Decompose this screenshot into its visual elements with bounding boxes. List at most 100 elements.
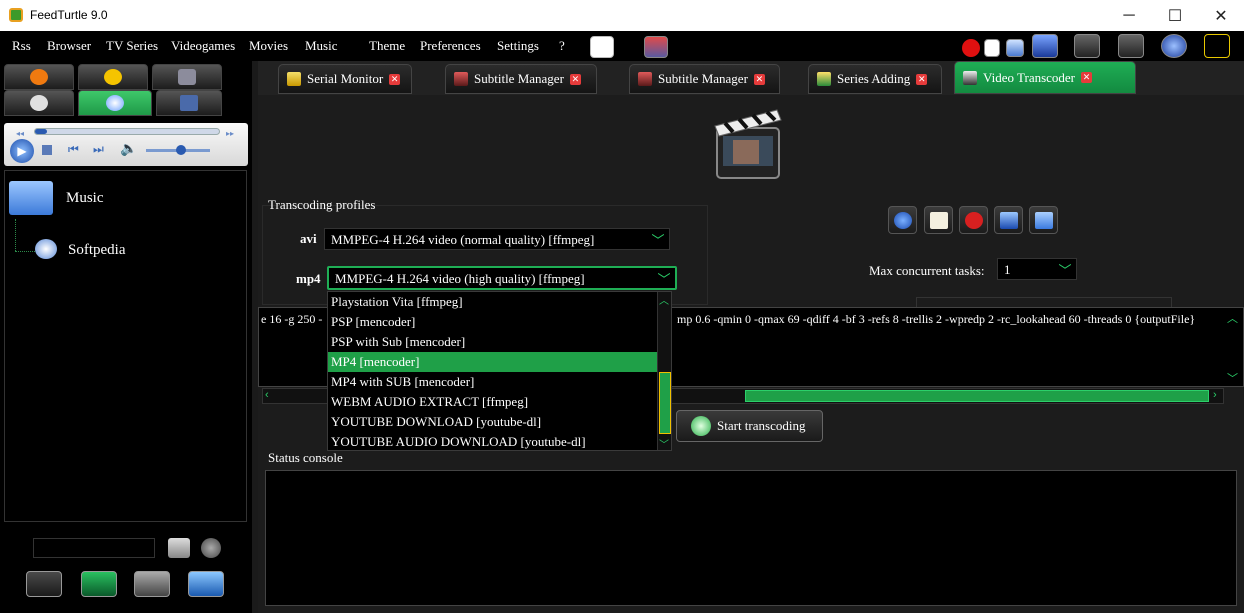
monitor-icon xyxy=(1000,212,1018,229)
command-text-left: e 16 -g 250 - xyxy=(261,312,323,326)
tab-rss[interactable] xyxy=(4,64,74,90)
tree-root-music[interactable]: Music xyxy=(66,190,104,207)
previous-icon[interactable]: ⏮ xyxy=(68,142,79,157)
magnet-icon[interactable] xyxy=(644,36,668,58)
scroll-up-icon[interactable]: ︿ xyxy=(1227,310,1241,325)
envelope-icon[interactable] xyxy=(1006,39,1024,57)
folder-icon xyxy=(1035,212,1053,229)
avi-profile-select[interactable]: MMPEG-4 H.264 video (normal quality) [ff… xyxy=(324,228,670,250)
tab-video-transcoder[interactable]: Video Transcoder ✕ xyxy=(954,61,1136,94)
film-reel-icon xyxy=(30,95,48,111)
window-title: FeedTurtle 9.0 xyxy=(30,8,108,22)
speaker-icon[interactable] xyxy=(1074,34,1100,58)
search-input[interactable] xyxy=(33,538,155,558)
chevron-down-icon[interactable]: ﹀ xyxy=(1054,259,1076,279)
play-button[interactable]: ▶ xyxy=(10,139,34,163)
tab-music[interactable] xyxy=(78,90,152,116)
scroll-down-icon[interactable]: ﹀ xyxy=(1227,370,1241,385)
red-dot-icon[interactable] xyxy=(962,39,980,57)
clear-icon[interactable] xyxy=(201,538,221,558)
volume-thumb[interactable] xyxy=(176,145,187,155)
search-icon[interactable] xyxy=(168,538,190,558)
dropdown-option[interactable]: PSP [mencoder] xyxy=(328,312,657,332)
settings-gear-icon[interactable] xyxy=(134,571,170,597)
close-tab-icon[interactable]: ✕ xyxy=(1081,72,1093,83)
chevron-down-icon[interactable]: ﹀ xyxy=(653,268,675,288)
add-media-icon[interactable] xyxy=(26,571,62,597)
stop-button[interactable] xyxy=(959,206,988,234)
menu-settings[interactable]: Settings xyxy=(497,38,539,54)
max-tasks-select[interactable]: 1 ﹀ xyxy=(997,258,1077,280)
expand-icon[interactable] xyxy=(1204,34,1230,58)
start-transcoding-button[interactable]: Start transcoding xyxy=(676,410,823,442)
monitor-button[interactable] xyxy=(994,206,1023,234)
film-icon[interactable] xyxy=(1118,34,1144,58)
music-disc-icon xyxy=(106,95,124,111)
dropdown-option[interactable]: YOUTUBE AUDIO DOWNLOAD [youtube-dl] xyxy=(328,432,657,452)
volume-slider[interactable] xyxy=(146,145,210,155)
next-icon[interactable]: ⏭ xyxy=(93,142,104,157)
chevron-down-icon[interactable]: ﹀ xyxy=(647,229,669,249)
tab-subtitle-manager[interactable]: Subtitle Manager ✕ xyxy=(445,64,597,94)
title-bar: FeedTurtle 9.0 ─ ☐ ✕ xyxy=(0,0,1244,31)
tab-favorites[interactable] xyxy=(78,64,148,90)
menu-preferences[interactable]: Preferences xyxy=(420,38,481,54)
globe-icon[interactable] xyxy=(1161,34,1187,58)
max-tasks-label: Max concurrent tasks: xyxy=(869,263,985,278)
maximize-button[interactable]: ☐ xyxy=(1152,0,1198,31)
scroll-down-icon[interactable]: ﹀ xyxy=(659,436,669,451)
tree-child-softpedia[interactable]: Softpedia xyxy=(68,242,126,259)
dropdown-option[interactable]: MP4 with SUB [mencoder] xyxy=(328,372,657,392)
dollar-shield-icon[interactable] xyxy=(590,36,614,58)
close-tab-icon[interactable]: ✕ xyxy=(916,73,928,85)
close-tab-icon[interactable]: ✕ xyxy=(569,73,581,85)
page-icon[interactable] xyxy=(984,39,1000,57)
dropdown-option[interactable]: PSP with Sub [mencoder] xyxy=(328,332,657,352)
dropdown-option[interactable]: YOUTUBE DOWNLOAD [youtube-dl] xyxy=(328,412,657,432)
dropdown-option[interactable]: Playstation Vita [ffmpeg] xyxy=(328,292,657,312)
close-tab-icon[interactable]: ✕ xyxy=(389,73,401,85)
tab-subtitle-manager-2[interactable]: Subtitle Manager ✕ xyxy=(629,64,780,94)
volume-icon[interactable]: 🔈 xyxy=(120,141,137,157)
menu-rss[interactable]: Rss xyxy=(12,38,31,54)
menu-movies[interactable]: Movies xyxy=(249,38,288,54)
profile-dropdown-list[interactable]: Playstation Vita [ffmpeg] PSP [mencoder] P… xyxy=(327,291,672,451)
seek-thumb[interactable] xyxy=(35,129,47,134)
close-tab-icon[interactable]: ✕ xyxy=(753,73,765,85)
dropdown-option[interactable]: WEBM AUDIO EXTRACT [ffmpeg] xyxy=(328,392,657,412)
dropdown-scroll-thumb[interactable] xyxy=(659,372,671,434)
music-note-icon[interactable] xyxy=(188,571,224,597)
dropdown-scrollbar[interactable]: ︿ ﹀ xyxy=(657,292,671,451)
tab-serial-monitor[interactable]: Serial Monitor ✕ xyxy=(278,64,412,94)
bookmark-icon[interactable] xyxy=(1032,34,1058,58)
stop-icon[interactable] xyxy=(42,145,52,155)
horizontal-scroll-thumb[interactable] xyxy=(745,390,1209,402)
menu-browser[interactable]: Browser xyxy=(47,38,91,54)
seek-bar[interactable] xyxy=(34,128,220,135)
menu-videogames[interactable]: Videogames xyxy=(171,38,235,54)
menu-help[interactable]: ? xyxy=(559,38,565,54)
play-media-icon[interactable] xyxy=(81,571,117,597)
minimize-button[interactable]: ─ xyxy=(1106,0,1152,31)
scroll-right-icon[interactable]: › xyxy=(1213,389,1217,401)
scroll-up-icon[interactable]: ︿ xyxy=(659,292,669,307)
start-transcoding-label: Start transcoding xyxy=(717,418,806,433)
open-folder-button[interactable] xyxy=(1029,206,1058,234)
menu-theme[interactable]: Theme xyxy=(369,38,405,54)
status-console[interactable] xyxy=(265,470,1237,606)
mp4-profile-select[interactable]: MMPEG-4 H.264 video (high quality) [ffmp… xyxy=(327,266,677,290)
tab-pictures[interactable] xyxy=(152,64,222,90)
tab-movies[interactable] xyxy=(4,90,74,116)
scroll-left-icon[interactable]: ‹ xyxy=(265,389,269,401)
dropdown-option[interactable]: MP4 [mencoder] xyxy=(328,352,657,372)
tab-tv[interactable] xyxy=(156,90,222,116)
close-button[interactable]: ✕ xyxy=(1198,0,1244,31)
tab-label: Serial Monitor xyxy=(307,71,384,86)
tab-series-adding[interactable]: Series Adding ✕ xyxy=(808,64,942,94)
clapper-icon xyxy=(963,70,977,85)
menu-tv-series[interactable]: TV Series xyxy=(106,38,158,54)
fast-forward-icon[interactable]: ▸▸ xyxy=(226,129,234,138)
menu-music[interactable]: Music xyxy=(305,38,338,54)
help-button[interactable] xyxy=(888,206,917,234)
new-button[interactable] xyxy=(924,206,953,234)
